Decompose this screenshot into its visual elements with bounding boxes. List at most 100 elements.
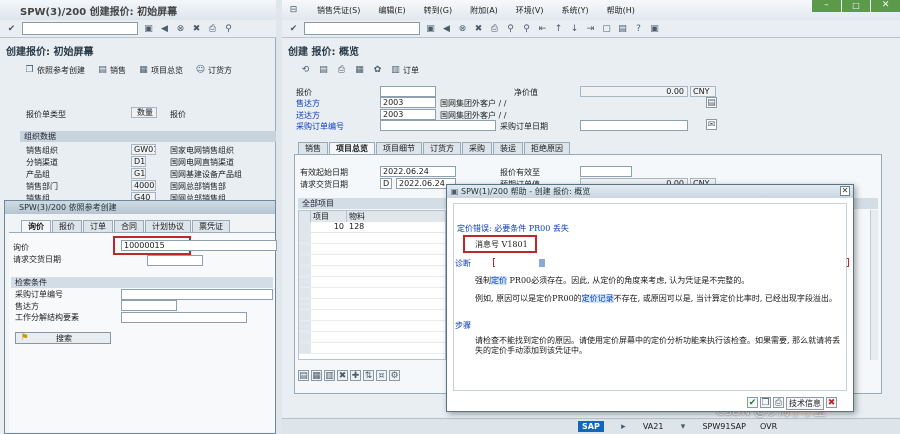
inquiry-input[interactable]: 10000015 (121, 240, 277, 251)
save-icon[interactable]: ▣ (143, 23, 154, 34)
next-page-icon[interactable]: ↓ (569, 23, 580, 34)
table-row[interactable] (299, 255, 445, 266)
order-button[interactable]: ▥ 订单 (390, 65, 419, 76)
dist-channel-field[interactable]: D1 (131, 156, 146, 167)
help-icon[interactable]: ? (633, 23, 644, 34)
pricing-record-link[interactable]: 定价记录 (581, 294, 614, 303)
cancel-icon[interactable]: ✖ (191, 23, 202, 34)
table-row[interactable] (299, 343, 445, 354)
menu-extras[interactable]: 附加(A) (470, 5, 498, 16)
quote-number-input[interactable] (380, 86, 436, 97)
net-value-currency[interactable]: CNY (690, 86, 716, 97)
print-icon[interactable]: ⎙ (207, 23, 218, 34)
minimize-button[interactable]: – (812, 0, 841, 12)
sales-office-field[interactable]: 4000 (131, 180, 156, 191)
print-preview-icon[interactable]: ⎙ (336, 65, 347, 76)
technical-info-button[interactable]: 技术信息 (786, 397, 824, 410)
table-row[interactable] (299, 332, 445, 343)
valid-to-input[interactable] (580, 166, 632, 177)
sold-to-input[interactable] (121, 300, 177, 311)
close-window-button[interactable]: ✕ (871, 0, 900, 12)
incomplete-log-icon[interactable]: ✿ (372, 65, 383, 76)
table-row[interactable] (299, 277, 445, 288)
division-field[interactable]: G1 (131, 168, 146, 179)
print-help-icon[interactable]: ⎙ (773, 397, 784, 408)
last-page-icon[interactable]: ⇥ (585, 23, 596, 34)
search-button[interactable]: ⚑ 搜索 (15, 332, 111, 344)
command-field[interactable] (22, 22, 138, 35)
sold-to-button[interactable]: ☺ 订货方 (195, 65, 232, 76)
table-row[interactable] (299, 299, 445, 310)
vertical-scrollbar[interactable] (870, 210, 878, 360)
header-icon[interactable]: ▤ (318, 65, 329, 76)
cancel-help-icon[interactable]: ✖ (826, 397, 837, 408)
tab-sales[interactable]: 销售 (298, 142, 328, 154)
req-date-type-input[interactable]: D (380, 178, 392, 189)
tab-order[interactable]: 订单 (83, 220, 113, 232)
menu-edit[interactable]: 编辑(E) (378, 5, 405, 16)
tab-quotation[interactable]: 报价 (52, 220, 82, 232)
tab-billing-doc[interactable]: 票凭证 (192, 220, 230, 232)
menu-goto[interactable]: 转到(G) (424, 5, 452, 16)
display-doc-flow-icon[interactable]: ⟲ (300, 65, 311, 76)
sort-icon[interactable]: ⇅ (363, 370, 374, 381)
menu-system[interactable]: 系统(Y) (562, 5, 589, 16)
status-dropdown-icon[interactable]: ▾ (677, 421, 688, 432)
exit-icon[interactable]: ⊗ (175, 23, 186, 34)
new-session-icon[interactable]: ▢ (601, 23, 612, 34)
tab-shipping[interactable]: 装运 (493, 142, 523, 154)
tab-item-detail[interactable]: 项目细节 (376, 142, 422, 154)
enter-icon[interactable]: ✔ (6, 23, 17, 34)
table-row[interactable] (299, 288, 445, 299)
wbs-element-input[interactable] (121, 312, 247, 323)
table-row[interactable] (299, 233, 445, 244)
ship-to-party-input[interactable]: 2003 (380, 109, 436, 120)
print-icon[interactable]: ⎙ (489, 23, 500, 34)
enter-icon[interactable]: ✔ (288, 23, 299, 34)
tab-contract[interactable]: 合同 (114, 220, 144, 232)
row-item-number[interactable]: 10 (311, 222, 347, 232)
create-with-ref-button[interactable]: ❐ 依照参考创建 (24, 65, 85, 76)
item-overview-button[interactable]: ▦ 项目总览 (138, 65, 183, 76)
menu-icon[interactable]: ⊟ (288, 5, 299, 16)
tab-item-overview[interactable]: 项目总览 (329, 142, 375, 154)
menu-help[interactable]: 帮助(H) (607, 5, 635, 16)
shortcut-icon[interactable]: ▤ (617, 23, 628, 34)
copy-text-icon[interactable]: ❐ (760, 397, 771, 408)
tab-inquiry[interactable]: 询价 (21, 220, 51, 232)
tab-ordering-party[interactable]: 订货方 (423, 142, 461, 154)
insert-item-icon[interactable]: ✚ (350, 370, 361, 381)
status-expand-icon[interactable]: ▸ (618, 421, 629, 432)
pricing-icon[interactable]: ▦ (354, 65, 365, 76)
confirm-icon[interactable]: ✔ (747, 397, 758, 408)
po-date-input[interactable] (580, 120, 688, 131)
delete-item-icon[interactable]: ✖ (337, 370, 348, 381)
sold-to-party-input[interactable]: 2003 (380, 97, 436, 108)
first-page-icon[interactable]: ⇤ (537, 23, 548, 34)
po-attachment-icon[interactable]: ✉ (706, 119, 717, 130)
sales-button[interactable]: ▤ 销售 (97, 65, 126, 76)
layout-icon[interactable]: ▣ (649, 23, 660, 34)
cancel-icon[interactable]: ✖ (473, 23, 484, 34)
select-all-icon[interactable]: ▦ (311, 370, 322, 381)
row-material[interactable]: 128 (347, 222, 445, 232)
save-icon[interactable]: ▣ (425, 23, 436, 34)
maximize-button[interactable]: □ (841, 0, 871, 12)
help-dialog-close-button[interactable]: ✕ (840, 186, 850, 196)
exit-icon[interactable]: ⊗ (457, 23, 468, 34)
table-row[interactable] (299, 310, 445, 321)
valid-from-input[interactable]: 2022.06.24 (380, 166, 456, 177)
req-delivery-date-input[interactable] (147, 255, 203, 266)
config-icon[interactable]: ⚙ (389, 370, 400, 381)
quote-type-field[interactable]: 数量 (131, 107, 157, 118)
deselect-icon[interactable]: ▥ (324, 370, 335, 381)
item-detail-icon[interactable]: ▤ (298, 370, 309, 381)
po-number-input[interactable] (380, 120, 496, 131)
tab-procurement[interactable]: 采购 (462, 142, 492, 154)
table-row[interactable] (299, 266, 445, 277)
find-icon[interactable]: ⚲ (505, 23, 516, 34)
net-value-field[interactable]: 0.00 (580, 86, 688, 97)
table-row[interactable] (299, 321, 445, 332)
table-row[interactable]: 10 128 (299, 222, 445, 233)
menu-environment[interactable]: 环境(V) (516, 5, 544, 16)
